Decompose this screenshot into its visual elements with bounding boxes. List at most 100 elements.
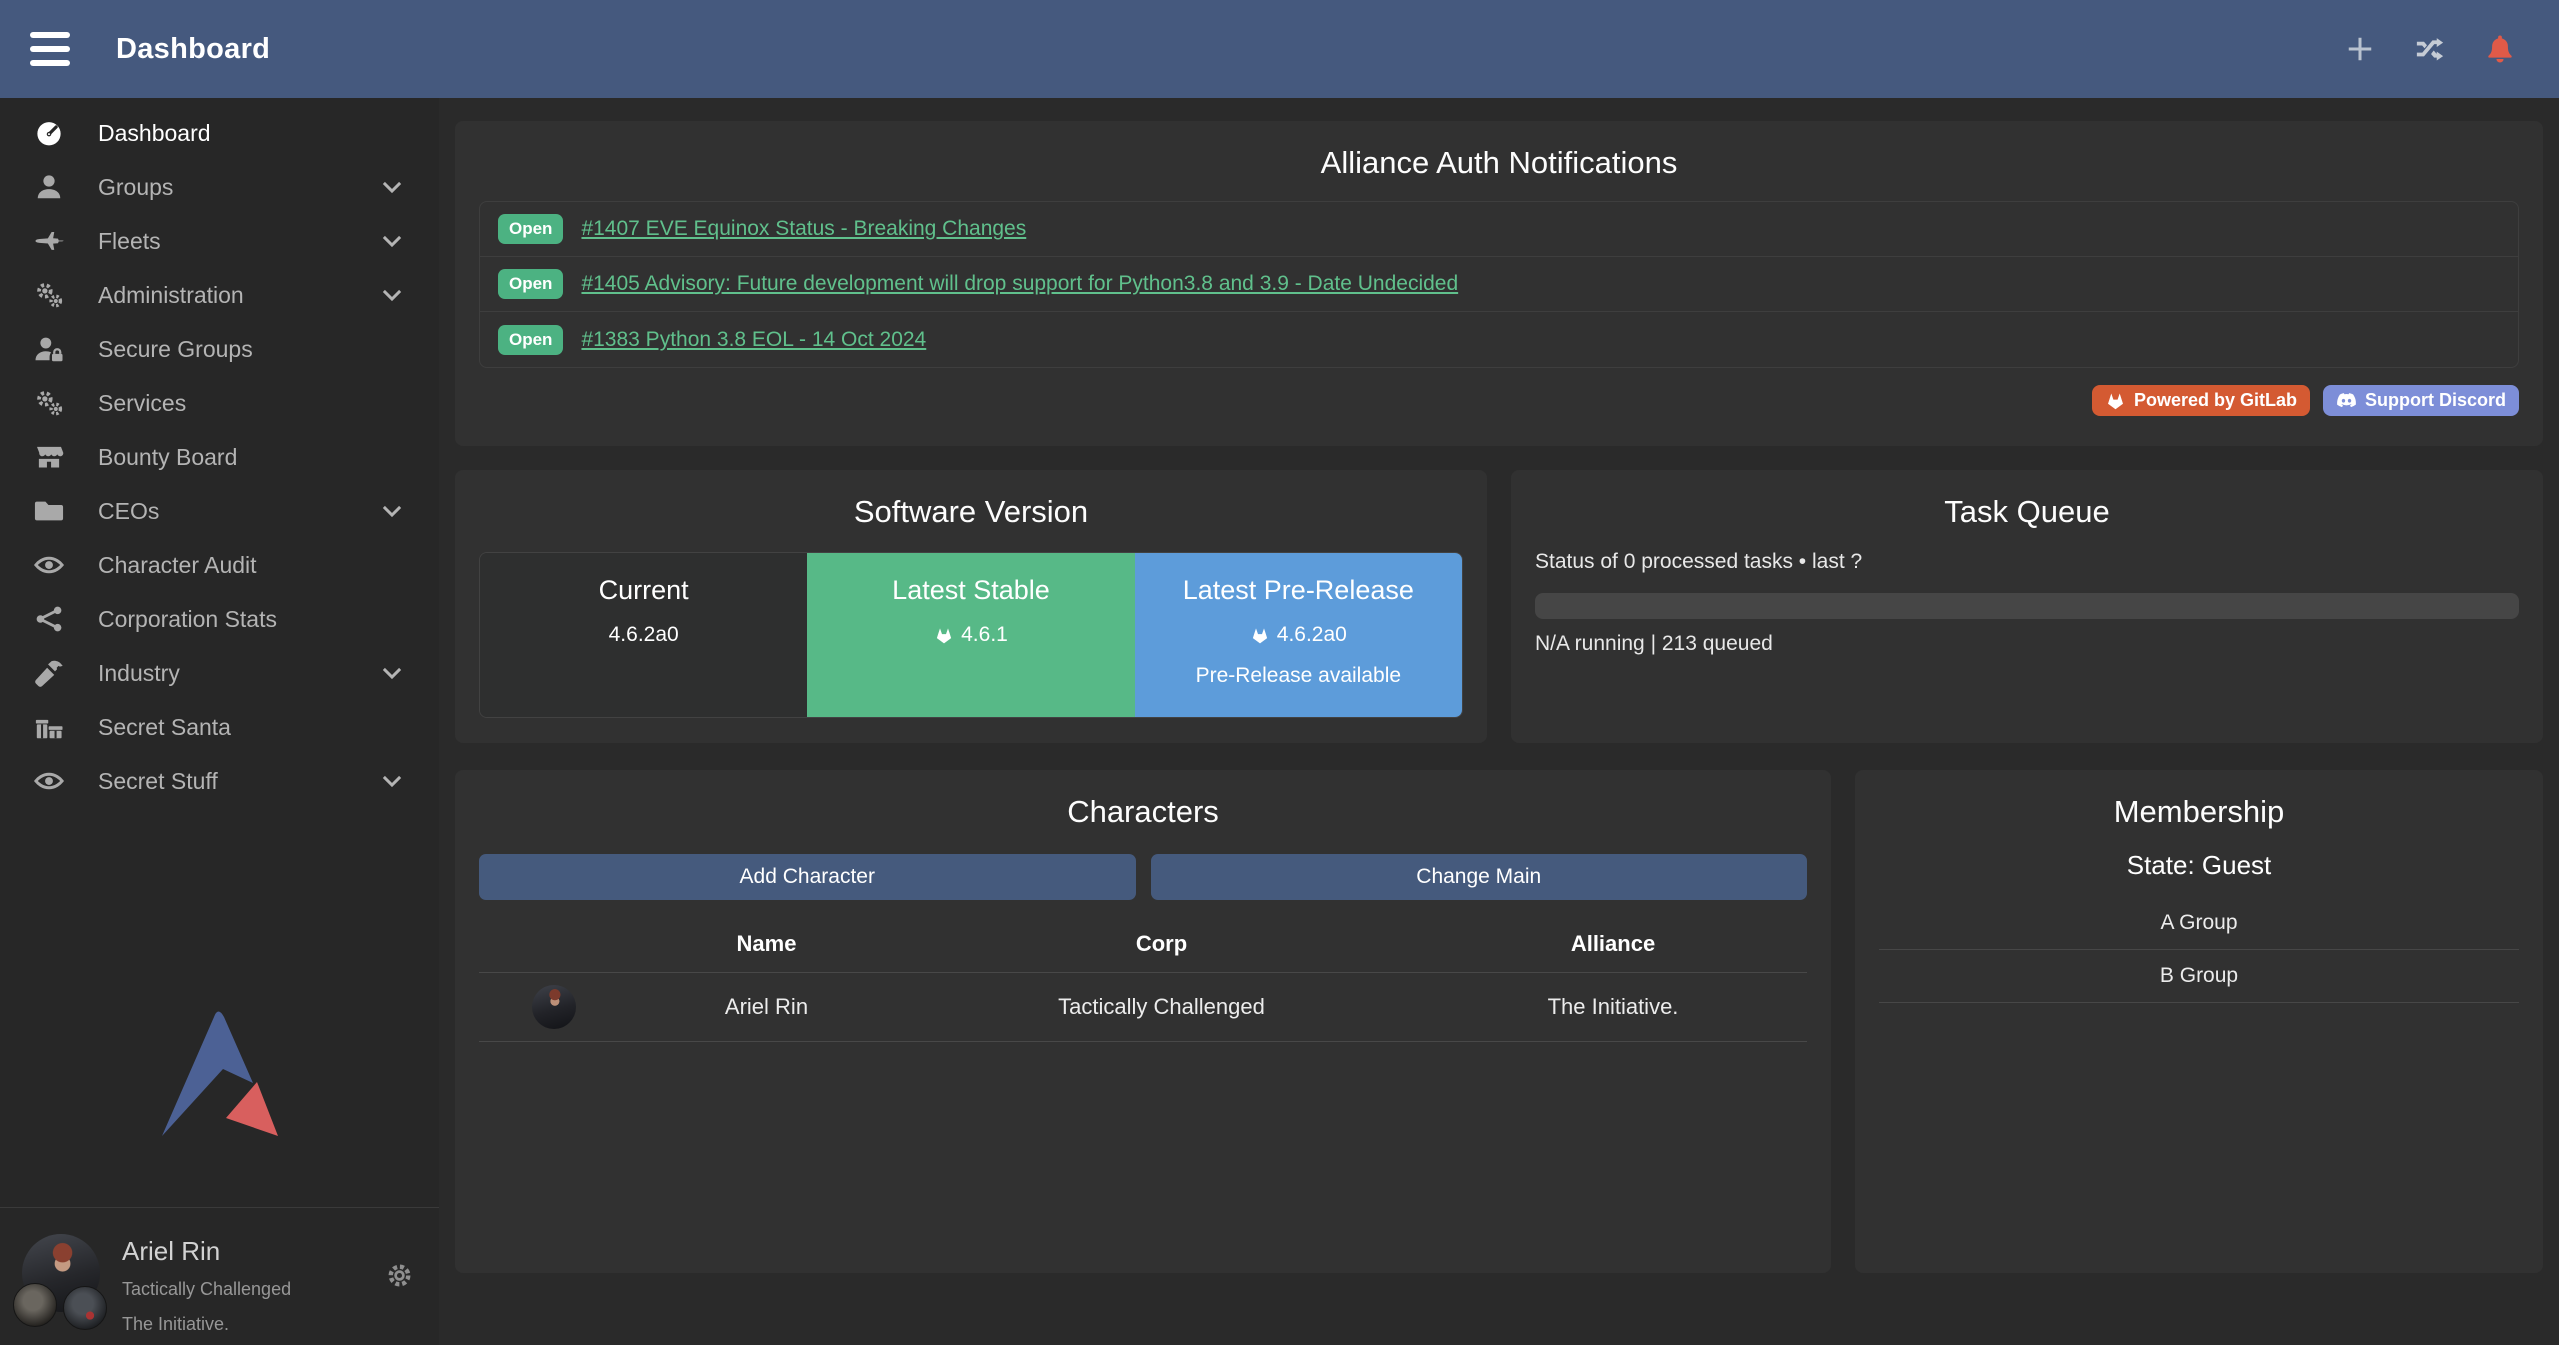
gears-icon (34, 388, 64, 418)
version-latest-stable: Latest Stable 4.6.1 (807, 553, 1134, 717)
task-queue-panel: Task Queue Status of 0 processed tasks •… (1511, 470, 2543, 743)
fighter-jet-icon (34, 226, 64, 256)
store-icon (34, 442, 64, 472)
hammer-icon (34, 658, 64, 688)
sidebar-item-corporation-stats[interactable]: Corporation Stats (0, 592, 439, 646)
membership-title: Membership (1879, 794, 2519, 830)
discord-badge-label: Support Discord (2365, 390, 2506, 411)
sidebar-item-fleets[interactable]: Fleets (0, 214, 439, 268)
character-corp: Tactically Challenged (904, 973, 1419, 1042)
list-item: Open #1383 Python 3.8 EOL - 14 Oct 2024 (480, 312, 2518, 367)
prerelease-note: Pre-Release available (1135, 664, 1462, 688)
notification-link[interactable]: #1383 Python 3.8 EOL - 14 Oct 2024 (581, 328, 926, 352)
sidebar-item-industry[interactable]: Industry (0, 646, 439, 700)
list-item: A Group (1879, 897, 2519, 950)
column-header-corp: Corp (904, 916, 1419, 973)
eye-icon (34, 550, 64, 580)
chevron-down-icon (379, 660, 405, 686)
gears-icon (34, 280, 64, 310)
footer-badges: Powered by GitLab Support Discord (479, 385, 2519, 416)
task-progress-bar (1535, 593, 2519, 619)
sidebar-item-ceos[interactable]: CEOs (0, 484, 439, 538)
status-badge: Open (498, 325, 563, 355)
table-row: Ariel Rin Tactically Challenged The Init… (479, 973, 1807, 1042)
gitlab-icon (1250, 625, 1270, 645)
sidebar-item-secret-santa[interactable]: Secret Santa (0, 700, 439, 754)
menu-toggle-icon[interactable] (30, 32, 70, 66)
bell-icon[interactable] (2485, 34, 2515, 64)
add-character-button[interactable]: Add Character (479, 854, 1136, 900)
notifications-panel: Alliance Auth Notifications Open #1407 E… (455, 121, 2543, 446)
status-badge: Open (498, 269, 563, 299)
sidebar-item-character-audit[interactable]: Character Audit (0, 538, 439, 592)
sidebar-item-secure-groups[interactable]: Secure Groups (0, 322, 439, 376)
sidebar-item-label: Services (98, 390, 186, 417)
user-panel: Ariel Rin Tactically Challenged The Init… (0, 1207, 439, 1345)
page-title: Dashboard (116, 33, 270, 66)
sidebar: Dashboard Groups Fleets Administration S… (0, 98, 439, 1345)
membership-state: State: Guest (1879, 850, 2519, 881)
chevron-down-icon (379, 768, 405, 794)
gear-icon[interactable] (386, 1262, 413, 1289)
discord-badge[interactable]: Support Discord (2323, 385, 2519, 416)
notification-link[interactable]: #1405 Advisory: Future development will … (581, 272, 1458, 296)
sidebar-item-label: Dashboard (98, 120, 211, 147)
chevron-down-icon (379, 498, 405, 524)
sidebar-item-label: Bounty Board (98, 444, 237, 471)
sidebar-item-label: Industry (98, 660, 180, 687)
folder-icon (34, 496, 64, 526)
version-value: 4.6.2a0 (609, 623, 679, 647)
character-portrait (532, 985, 576, 1029)
membership-groups: A Group B Group (1879, 897, 2519, 1003)
version-current: Current 4.6.2a0 (480, 553, 807, 717)
task-status-line: Status of 0 processed tasks • last ? (1535, 550, 2519, 574)
sidebar-nav: Dashboard Groups Fleets Administration S… (0, 98, 439, 808)
list-item: B Group (1879, 950, 2519, 1003)
characters-title: Characters (479, 794, 1807, 830)
status-badge: Open (498, 214, 563, 244)
sidebar-item-label: Groups (98, 174, 173, 201)
change-main-button[interactable]: Change Main (1151, 854, 1808, 900)
sidebar-item-secret-stuff[interactable]: Secret Stuff (0, 754, 439, 808)
membership-panel: Membership State: Guest A Group B Group (1855, 770, 2543, 1273)
eye-icon (34, 766, 64, 796)
sidebar-item-services[interactable]: Services (0, 376, 439, 430)
sidebar-item-label: Administration (98, 282, 244, 309)
task-queue-title: Task Queue (1535, 494, 2519, 530)
shuffle-icon[interactable] (2415, 34, 2445, 64)
sidebar-item-label: Character Audit (98, 552, 257, 579)
characters-buttons: Add Character Change Main (479, 854, 1807, 900)
software-version-panel: Software Version Current 4.6.2a0 Latest … (455, 470, 1487, 743)
chevron-down-icon (379, 174, 405, 200)
sidebar-item-label: Fleets (98, 228, 161, 255)
software-version-title: Software Version (479, 494, 1463, 530)
main-content: Alliance Auth Notifications Open #1407 E… (439, 98, 2559, 1345)
user-icon (34, 172, 64, 202)
sidebar-item-administration[interactable]: Administration (0, 268, 439, 322)
discord-icon (2336, 390, 2357, 411)
gitlab-badge-label: Powered by GitLab (2134, 390, 2297, 411)
chevron-down-icon (379, 282, 405, 308)
notifications-title: Alliance Auth Notifications (479, 145, 2519, 181)
sidebar-item-dashboard[interactable]: Dashboard (0, 106, 439, 160)
task-queue-line: N/A running | 213 queued (1535, 632, 2519, 656)
corp-logo-badge (13, 1283, 57, 1327)
version-heading: Current (480, 575, 807, 606)
user-avatar-group (22, 1234, 102, 1314)
sidebar-item-bounty-board[interactable]: Bounty Board (0, 430, 439, 484)
version-latest-prerelease: Latest Pre-Release 4.6.2a0 Pre-Release a… (1135, 553, 1462, 717)
sidebar-item-label: Secret Stuff (98, 768, 218, 795)
gitlab-badge[interactable]: Powered by GitLab (2092, 385, 2310, 416)
column-header-alliance: Alliance (1419, 916, 1807, 973)
user-info: Ariel Rin Tactically Challenged The Init… (122, 1234, 291, 1345)
software-version-columns: Current 4.6.2a0 Latest Stable 4.6.1 Late… (479, 552, 1463, 718)
notifications-list: Open #1407 EVE Equinox Status - Breaking… (479, 201, 2519, 368)
version-heading: Latest Stable (807, 575, 1134, 606)
row-software-tasks: Software Version Current 4.6.2a0 Latest … (455, 470, 2543, 743)
plus-icon[interactable] (2345, 34, 2375, 64)
character-name: Ariel Rin (629, 973, 904, 1042)
sidebar-item-groups[interactable]: Groups (0, 160, 439, 214)
notification-link[interactable]: #1407 EVE Equinox Status - Breaking Chan… (581, 217, 1026, 241)
character-alliance: The Initiative. (1419, 973, 1807, 1042)
chevron-down-icon (379, 228, 405, 254)
